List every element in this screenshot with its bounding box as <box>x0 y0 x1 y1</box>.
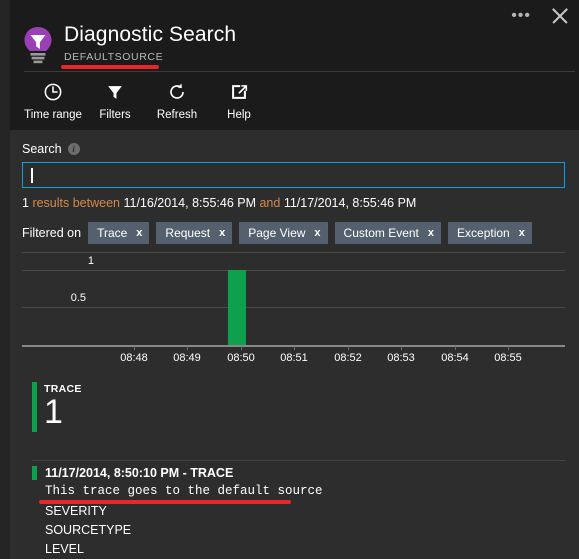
filter-chip-trace-label: Trace <box>97 226 128 240</box>
filter-chip-trace-remove-icon[interactable]: x <box>136 227 142 239</box>
result-header: 11/17/2014, 8:50:10 PM - TRACE <box>32 466 565 480</box>
command-refresh-label: Refresh <box>156 109 198 121</box>
chart-x-tick-label: 08:54 <box>441 352 469 364</box>
blade-title-text: Diagnostic Search DEFAULTSOURCE <box>61 20 237 69</box>
filter-chip-custom-event-label: Custom Event <box>343 226 419 240</box>
filter-chip-page-view-label: Page View <box>248 226 306 240</box>
chart-x-tick <box>401 346 402 350</box>
results-start: 11/16/2014, 8:55:46 PM <box>123 196 256 210</box>
chart-gridline <box>22 252 565 253</box>
more-options-icon[interactable]: ••• <box>507 7 535 25</box>
window-controls: ••• <box>507 4 571 28</box>
annotation-underline-message <box>39 500 291 504</box>
filter-chip-request[interactable]: Request x <box>156 222 233 244</box>
close-icon[interactable] <box>549 5 571 27</box>
annotation-underline-subtitle <box>61 65 159 69</box>
header-divider <box>24 71 575 72</box>
result-field-level: LEVEL <box>45 542 84 556</box>
filter-chip-trace[interactable]: Trace x <box>88 222 150 244</box>
chart-x-tick <box>455 346 456 350</box>
chart-x-tick-label: 08:50 <box>227 352 255 364</box>
command-refresh[interactable]: Refresh <box>146 78 208 121</box>
chart-x-tick <box>187 346 188 350</box>
result-field-severity: SEVERITY <box>45 504 107 518</box>
filter-chip-custom-event[interactable]: Custom Event x <box>334 222 442 244</box>
results-timeline-chart[interactable]: 1 0.5 08:48 08:49 08:50 08:51 08:52 08:5… <box>22 248 565 368</box>
search-input-field[interactable] <box>32 168 553 182</box>
result-severity-marker <box>32 466 37 480</box>
funnel-icon <box>105 81 125 103</box>
search-label: Search i <box>22 142 80 156</box>
filtered-on-label: Filtered on <box>22 226 82 240</box>
blade-left-rail <box>0 0 10 559</box>
chart-gridline <box>22 307 565 308</box>
filter-chip-row: Filtered on Trace x Request x Page View … <box>22 222 539 244</box>
chart-bar-0850[interactable] <box>228 270 246 345</box>
results-end: 11/17/2014, 8:55:46 PM <box>283 196 417 210</box>
chart-x-tick-label: 08:52 <box>334 352 362 364</box>
filter-chip-page-view-remove-icon[interactable]: x <box>314 227 320 239</box>
search-input[interactable] <box>22 162 565 188</box>
chart-x-tick <box>294 346 295 350</box>
summary-tile-color-bar <box>32 382 37 432</box>
blade-title-row: Diagnostic Search DEFAULTSOURCE <box>20 20 237 69</box>
filter-chip-custom-event-remove-icon[interactable]: x <box>428 227 434 239</box>
page-subtitle-text: DEFAULTSOURCE <box>64 51 164 63</box>
chart-gridline <box>22 270 565 271</box>
chart-x-tick <box>241 346 242 350</box>
chart-x-tick-label: 08:49 <box>173 352 201 364</box>
command-time-range[interactable]: Time range <box>22 78 84 121</box>
filter-chip-page-view[interactable]: Page View x <box>239 222 328 244</box>
command-filters-label: Filters <box>99 109 131 121</box>
summary-divider <box>32 460 565 461</box>
result-field-sourcetype: SOURCETYPE <box>45 523 132 537</box>
refresh-icon <box>167 81 187 103</box>
command-time-range-label: Time range <box>24 109 82 121</box>
results-summary: 1 results between 11/16/2014, 8:55:46 PM… <box>22 196 416 210</box>
command-help[interactable]: Help <box>208 78 270 121</box>
external-link-icon <box>229 81 249 103</box>
chart-x-tick <box>348 346 349 350</box>
summary-tile-count: 1 <box>44 393 63 431</box>
blade-content: Search i 1 results between 11/16/2014, 8… <box>10 130 579 559</box>
filter-chip-request-remove-icon[interactable]: x <box>219 227 225 239</box>
results-word: results between <box>32 196 120 210</box>
result-message-text: This trace goes to the default source <box>45 484 323 498</box>
filter-chip-exception-label: Exception <box>457 226 510 240</box>
blade-header: ••• Diagnostic Search DEFAULTSOURCE Time… <box>10 0 579 130</box>
page-title: Diagnostic Search <box>64 23 237 46</box>
chart-y-tick-label: 1 <box>87 255 94 267</box>
chart-x-tick-label: 08:55 <box>494 352 522 364</box>
diagnostic-search-blade: ••• Diagnostic Search DEFAULTSOURCE Time… <box>0 0 579 559</box>
clock-icon <box>43 81 63 103</box>
command-filters[interactable]: Filters <box>84 78 146 121</box>
result-list-item[interactable]: 11/17/2014, 8:50:10 PM - TRACE This trac… <box>32 466 565 556</box>
command-bar: Time range Filters Refresh Help <box>22 78 270 121</box>
chart-x-tick-label: 08:51 <box>280 352 308 364</box>
summary-tile-trace[interactable]: TRACE 1 <box>32 382 82 432</box>
chart-x-tick-label: 08:53 <box>387 352 415 364</box>
chart-x-tick <box>134 346 135 350</box>
filter-chip-exception-remove-icon[interactable]: x <box>519 227 525 239</box>
results-count: 1 <box>22 196 29 210</box>
result-title: 11/17/2014, 8:50:10 PM - TRACE <box>45 466 234 480</box>
search-label-text: Search <box>22 142 62 156</box>
chart-x-tick-label: 08:48 <box>120 352 148 364</box>
chart-x-tick <box>508 346 509 350</box>
results-and: and <box>259 196 281 210</box>
page-subtitle: DEFAULTSOURCE <box>61 51 164 69</box>
info-icon[interactable]: i <box>67 143 80 155</box>
filter-chip-request-label: Request <box>165 226 211 240</box>
filter-chip-exception[interactable]: Exception x <box>448 222 532 244</box>
result-message: This trace goes to the default source <box>39 484 323 504</box>
summary-tile-text: TRACE 1 <box>44 382 82 432</box>
chart-y-tick-label: 0.5 <box>70 292 86 304</box>
lightbulb-funnel-icon <box>20 24 56 66</box>
command-help-label: Help <box>227 109 251 121</box>
